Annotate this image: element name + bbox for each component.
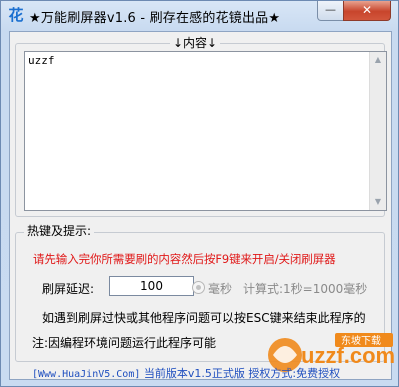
radio-selected-dot xyxy=(196,285,201,290)
instruction-text: 请先输入完你所需要刷的内容然后按F9键来开启/关闭刷屏器 xyxy=(33,252,336,266)
app-window: 花 ★万能刷屏器v1.6 - 刷存在感的花镜出品★ — ✕ ↓内容↓ uzzf … xyxy=(0,0,399,387)
content-textarea[interactable]: uzzf ▲ ▼ xyxy=(24,51,387,211)
title-bar[interactable]: 花 ★万能刷屏器v1.6 - 刷存在感的花镜出品★ — ✕ xyxy=(1,1,398,31)
footer-version-text: 当前版本v1.5正式版 授权方式:免费授权 xyxy=(143,367,341,380)
delay-input[interactable] xyxy=(109,276,194,296)
milliseconds-label[interactable]: 毫秒 xyxy=(208,280,232,297)
milliseconds-radio[interactable] xyxy=(192,281,205,294)
vertical-scrollbar[interactable]: ▲ ▼ xyxy=(369,52,386,210)
scroll-up-arrow-icon[interactable]: ▲ xyxy=(370,52,386,68)
window-title: ★万能刷屏器v1.6 - 刷存在感的花镜出品★ xyxy=(29,11,281,26)
app-flower-icon[interactable]: 花 xyxy=(7,6,25,24)
footer-bar: [Www.HuaJinV5.Com] 当前版本v1.5正式版 授权方式:免费授权 xyxy=(32,365,340,381)
footer-site-link[interactable]: [Www.HuaJinV5.Com] xyxy=(32,369,140,380)
content-text[interactable]: uzzf xyxy=(28,54,55,67)
hotkey-group-legend: 热键及提示: xyxy=(24,222,95,239)
calculation-label: 计算式:1秒=1000毫秒 xyxy=(243,282,368,296)
watermark-tagline: 东坡下载 xyxy=(341,334,381,347)
minimize-button[interactable]: — xyxy=(317,1,344,21)
hint-text-esc: 如遇到刷屏过快或其他程序问题可以按ESC键来结束此程序的 xyxy=(42,311,366,325)
content-group-legend: ↓内容↓ xyxy=(170,34,221,51)
scroll-down-arrow-icon[interactable]: ▼ xyxy=(370,194,386,210)
hint-text-note: 注:因编程环境问题运行此程序可能 xyxy=(32,336,217,350)
client-area: ↓内容↓ uzzf ▲ ▼ 热键及提示: 请先输入完你所需要刷的内容然后按F9键… xyxy=(9,31,395,381)
delay-label: 刷屏延迟: xyxy=(42,282,95,296)
close-button[interactable]: ✕ xyxy=(343,1,391,21)
